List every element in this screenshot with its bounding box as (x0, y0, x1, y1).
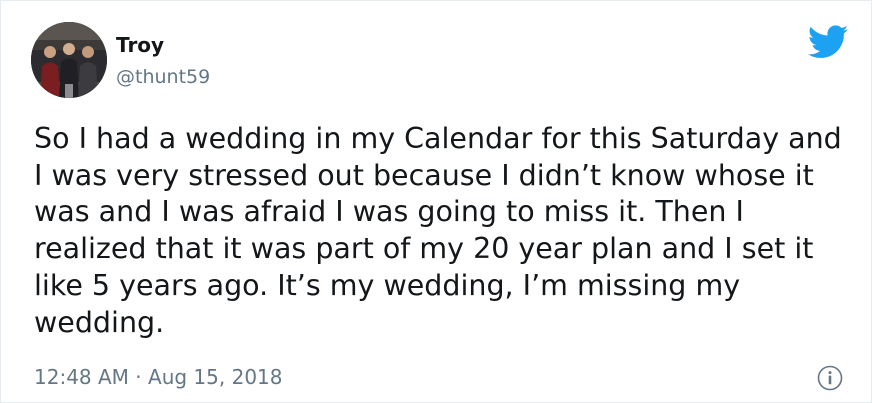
info-icon[interactable] (817, 365, 843, 391)
user-handle[interactable]: @thunt59 (116, 65, 210, 89)
tweet-text: So I had a wedding in my Calendar for th… (34, 122, 842, 339)
tweet-date: Aug 15, 2018 (148, 365, 283, 389)
user-name[interactable]: Troy (116, 33, 164, 57)
twitter-bird-icon[interactable] (808, 25, 848, 59)
timestamp-separator: · (135, 365, 142, 389)
profile-photo-icon (31, 22, 107, 98)
avatar[interactable] (31, 22, 107, 98)
tweet-time: 12:48 AM (34, 365, 129, 389)
tweet-card: Troy @thunt59 So I had a wedding in my C… (0, 0, 872, 403)
tweet-timestamp[interactable]: 12:48 AM · Aug 15, 2018 (34, 364, 283, 390)
